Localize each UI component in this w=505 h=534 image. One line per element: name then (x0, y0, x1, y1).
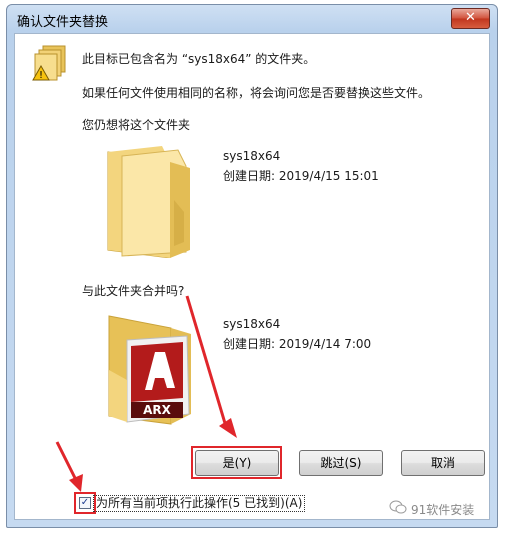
dialog-body: ! 此目标已包含名为 “sys18x64” 的文件夹。 如果任何文件使用相同的名… (14, 33, 490, 520)
window-title: 确认文件夹替换 (17, 15, 109, 30)
dialog-window: 确认文件夹替换 ✕ ! 此目标已包含名为 “sys18x64” 的文件夹。 如果… (6, 4, 498, 528)
annotation-arrows (55, 295, 237, 492)
arrow-to-yes-button (185, 295, 237, 438)
title-bar[interactable]: 确认文件夹替换 ✕ (7, 5, 497, 33)
close-button[interactable]: ✕ (451, 8, 490, 29)
arrow-to-checkbox (55, 441, 83, 492)
